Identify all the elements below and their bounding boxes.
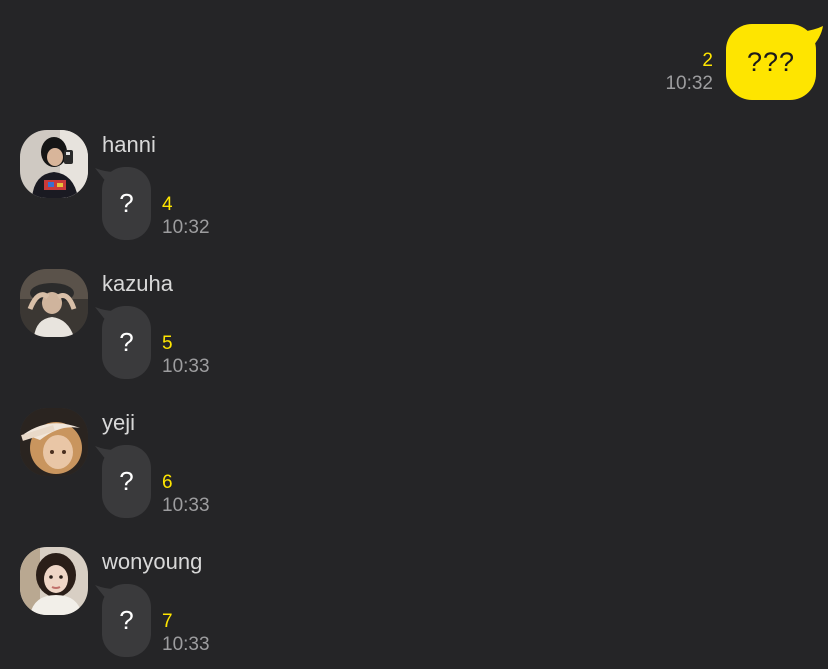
message-row: ? 6 10:33 xyxy=(95,445,210,518)
incoming-bubble[interactable]: ? xyxy=(95,445,151,518)
message-text: ? xyxy=(119,605,134,635)
avatar[interactable] xyxy=(20,269,88,337)
bubble-tail-icon xyxy=(95,446,115,466)
incoming-message: yeji ? 6 10:33 xyxy=(20,408,320,528)
bubble-tail-icon xyxy=(95,585,115,605)
bubble-tail-icon xyxy=(95,307,115,327)
message-meta: 6 10:33 xyxy=(162,472,210,518)
timestamp: 10:33 xyxy=(162,634,210,655)
outgoing-message: 2 10:32 ??? xyxy=(665,24,823,100)
avatar[interactable] xyxy=(20,408,88,476)
timestamp: 10:32 xyxy=(162,217,210,238)
unread-count: 4 xyxy=(162,194,173,215)
sender-name[interactable]: yeji xyxy=(102,410,135,436)
sender-name[interactable]: wonyoung xyxy=(102,549,202,575)
unread-count: 7 xyxy=(162,611,173,632)
incoming-message: wonyoung ? 7 10:33 xyxy=(20,547,320,667)
timestamp: 10:33 xyxy=(162,495,210,516)
timestamp: 10:32 xyxy=(665,73,713,94)
message-text: ? xyxy=(119,466,134,496)
message-row: ? 4 10:32 xyxy=(95,167,210,240)
sender-name[interactable]: hanni xyxy=(102,132,156,158)
bubble-tail-icon xyxy=(95,168,115,188)
message-row: ? 5 10:33 xyxy=(95,306,210,379)
incoming-bubble[interactable]: ? xyxy=(95,306,151,379)
message-text: ? xyxy=(119,327,134,357)
sender-name[interactable]: kazuha xyxy=(102,271,173,297)
avatar[interactable] xyxy=(20,130,88,198)
unread-count: 5 xyxy=(162,333,173,354)
incoming-bubble[interactable]: ? xyxy=(95,584,151,657)
bubble-tail-icon xyxy=(801,26,823,48)
outgoing-bubble[interactable]: ??? xyxy=(726,24,823,100)
message-meta: 7 10:33 xyxy=(162,611,210,657)
unread-count: 2 xyxy=(702,50,713,71)
message-text: ? xyxy=(119,188,134,218)
message-row: ? 7 10:33 xyxy=(95,584,210,657)
message-meta: 5 10:33 xyxy=(162,333,210,379)
incoming-message: kazuha ? 5 10:33 xyxy=(20,269,320,389)
incoming-bubble[interactable]: ? xyxy=(95,167,151,240)
chat-room[interactable]: 2 10:32 ??? hanni ? 4 10:32 kazuha ? 5 1… xyxy=(0,0,828,669)
avatar[interactable] xyxy=(20,547,88,615)
timestamp: 10:33 xyxy=(162,356,210,377)
message-text: ??? xyxy=(746,46,796,77)
message-meta: 4 10:32 xyxy=(162,194,210,240)
unread-count: 6 xyxy=(162,472,173,493)
message-meta: 2 10:32 xyxy=(665,50,713,96)
incoming-message: hanni ? 4 10:32 xyxy=(20,130,320,250)
